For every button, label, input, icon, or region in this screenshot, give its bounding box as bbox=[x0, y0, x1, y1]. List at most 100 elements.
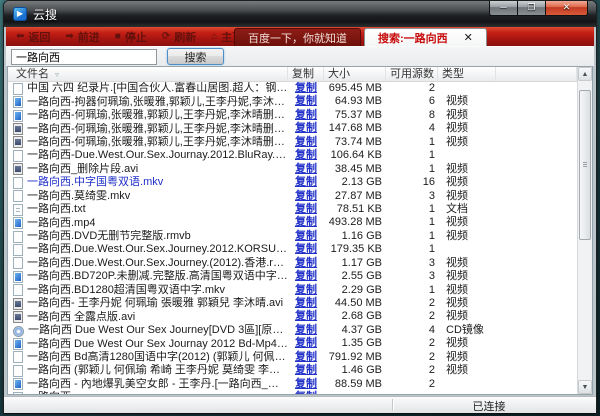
table-row[interactable]: 一路向西.BD720P.未删减.完整版.高清国粤双语中字.mp4 复制 2.55… bbox=[8, 270, 577, 283]
file-name[interactable]: 一路向西.Due.West.Our.Sex.Journey.2012.KORSU… bbox=[27, 243, 288, 256]
copy-link[interactable]: 复制 bbox=[295, 324, 317, 336]
file-name[interactable]: 一路向西-何珮瑜,张暖雅,郭颖儿,王李丹妮,李沐晴删除片... bbox=[27, 136, 288, 149]
table-row[interactable]: 一路向西.Due.West.Our.Sex.Journey.2012.KORSU… bbox=[8, 243, 577, 256]
file-type: 视频 bbox=[438, 230, 496, 243]
file-name[interactable]: 一路向西 (郭颖儿 何佩瑜 希崎 王李丹妮 莫绮雯 李沐晴 ... bbox=[27, 364, 288, 377]
copy-link[interactable]: 复制 bbox=[295, 270, 317, 282]
scroll-down-icon[interactable]: ▼ bbox=[578, 380, 592, 394]
table-row[interactable]: 一路向西 Due West Our Sex Journey[DVD 3區][原版… bbox=[8, 324, 577, 337]
table-row[interactable]: 一路向西.中字国粤双语.mkv 复制 2.13 GB 16 视频 bbox=[8, 176, 577, 189]
tab-search-results[interactable]: 搜索:一路向西 ✕ bbox=[364, 28, 487, 46]
table-row[interactable]: 一路向西- 王李丹妮 何珮瑜 張暖雅 郭穎兒 李沐晴.avi 复制 44.50 … bbox=[8, 297, 577, 310]
maximize-button[interactable]: ❐ bbox=[518, 0, 545, 16]
scrollbar-thumb[interactable] bbox=[579, 90, 591, 240]
file-name[interactable]: 一路向西.mp4 bbox=[27, 217, 95, 230]
refresh-button[interactable]: ⟳ 刷新 bbox=[162, 29, 196, 45]
copy-link[interactable]: 复制 bbox=[295, 364, 317, 376]
close-button[interactable]: ✕ bbox=[545, 0, 588, 16]
file-icon bbox=[13, 136, 23, 148]
table-row[interactable]: 一路向西 复制 bbox=[8, 391, 577, 394]
table-row[interactable]: 一路向西 (郭颖儿 何佩瑜 希崎 王李丹妮 莫绮雯 李沐晴 ... 复制 1.4… bbox=[8, 364, 577, 377]
copy-link[interactable]: 复制 bbox=[295, 190, 317, 202]
file-name[interactable]: 一路向西- 王李丹妮 何珮瑜 張暖雅 郭穎兒 李沐晴.avi bbox=[27, 297, 283, 310]
copy-link[interactable]: 复制 bbox=[295, 95, 317, 107]
table-row[interactable]: 一路向西-拘器何珮瑜,张暖雅,郭颖儿,王李丹妮,李沐晴.mp4 复制 64.93… bbox=[8, 95, 577, 108]
table-row[interactable]: 一路向西 Bd高清1280国语中字(2012) (郭颖儿 何佩瑜 希... 复制… bbox=[8, 351, 577, 364]
copy-link[interactable]: 复制 bbox=[295, 257, 317, 269]
stop-button[interactable]: ■ 停止 bbox=[115, 29, 147, 45]
file-name[interactable]: 一路向西.莫绮雯.mkv bbox=[27, 190, 130, 203]
file-name[interactable]: 一路向西 Due West Our Sex Journey[DVD 3區][原版… bbox=[28, 324, 288, 337]
file-name[interactable]: 一路向西.BD720P.未删减.完整版.高清国粤双语中字.mp4 bbox=[27, 270, 288, 283]
column-header-size[interactable]: 大小 bbox=[324, 67, 386, 81]
file-name[interactable]: 一路向西-何珮瑜,张暖雅,郭颖儿,王李丹妮,李沐晴删除片... bbox=[27, 109, 288, 122]
scroll-up-icon[interactable]: ▲ bbox=[578, 67, 592, 81]
copy-link[interactable]: 复制 bbox=[295, 297, 317, 309]
file-name[interactable]: 一路向西-拘器何珮瑜,张暖雅,郭颖儿,王李丹妮,李沐晴.mp4 bbox=[27, 96, 288, 109]
file-name[interactable]: 一路向西_删除片段.avi bbox=[27, 163, 138, 176]
table-row[interactable]: 一路向西-何珮瑜,张暖雅,郭颖儿,王李丹妮,李沐晴删除片... 复制 147.6… bbox=[8, 122, 577, 135]
search-button[interactable]: 搜索 bbox=[167, 48, 224, 65]
file-name[interactable]: 一路向西 - 內地爆乳美空女郎 - 王李丹.[一路向西_花絮2]... bbox=[27, 378, 288, 391]
copy-link[interactable]: 复制 bbox=[295, 216, 317, 228]
column-header-type[interactable]: 类型 bbox=[438, 67, 496, 81]
back-button[interactable]: ⬅ 返回 bbox=[16, 29, 50, 45]
column-header-filename[interactable]: 文件名▿ bbox=[8, 67, 288, 81]
file-name[interactable]: 一路向西.txt bbox=[27, 203, 86, 216]
column-header-sources[interactable]: 可用源数 bbox=[386, 67, 438, 81]
column-header-copy[interactable]: 复制 bbox=[288, 67, 324, 81]
table-row[interactable]: 一路向西.txt 复制 78.51 KB 1 文档 bbox=[8, 203, 577, 216]
table-row[interactable]: 一路向西-何珮瑜,张暖雅,郭颖儿,王李丹妮,李沐晴删除片... 复制 75.37… bbox=[8, 109, 577, 122]
copy-link[interactable]: 复制 bbox=[295, 203, 317, 215]
copy-link[interactable]: 复制 bbox=[295, 82, 317, 94]
copy-link[interactable]: 复制 bbox=[295, 378, 317, 390]
forward-button[interactable]: ➡ 前进 bbox=[65, 29, 99, 45]
table-row[interactable]: 一路向西 全露点版.avi 复制 2.68 GB 2 视频 bbox=[8, 310, 577, 323]
copy-link[interactable]: 复制 bbox=[295, 284, 317, 296]
tab-close-icon[interactable]: ✕ bbox=[464, 31, 473, 44]
table-row[interactable]: 一路向西_删除片段.avi 复制 38.45 MB 1 视频 bbox=[8, 163, 577, 176]
table-row[interactable]: 一路向西.BD1280超清国粤双语中字.mkv 复制 2.29 GB 1 视频 bbox=[8, 284, 577, 297]
copy-link[interactable]: 复制 bbox=[295, 391, 317, 394]
scrollbar-track[interactable] bbox=[578, 81, 592, 380]
copy-link[interactable]: 复制 bbox=[295, 243, 317, 255]
file-sources: 6 bbox=[386, 95, 438, 108]
minimize-button[interactable]: ─ bbox=[489, 0, 518, 16]
copy-link[interactable]: 复制 bbox=[295, 310, 317, 322]
tab-baidu[interactable]: 百度一下，你就知道 bbox=[234, 28, 361, 46]
copy-link[interactable]: 复制 bbox=[295, 337, 317, 349]
file-name[interactable]: 一路向西-Due.West.Our.Sex.Journay.2012.BluRa… bbox=[27, 149, 288, 162]
copy-link[interactable]: 复制 bbox=[295, 109, 317, 121]
file-name[interactable]: 一路向西 Due West Our Sex Journay 2012 Bd-Mp… bbox=[27, 338, 288, 351]
file-name[interactable]: 一路向西.Due.West.Our.Sex.Journey.(2012).香港.… bbox=[27, 257, 288, 270]
table-header: 文件名▿ 复制 大小 可用源数 类型 bbox=[8, 67, 577, 82]
vertical-scrollbar[interactable]: ▲ ▼ bbox=[577, 67, 592, 394]
table-row[interactable]: 中国 六四 纪录片.[中国合伙人.富春山居图.超人：钢铁之... 复制 695.… bbox=[8, 82, 577, 95]
table-row[interactable]: 一路向西-何珮瑜,张暖雅,郭颖儿,王李丹妮,李沐晴删除片... 复制 73.74… bbox=[8, 136, 577, 149]
copy-link[interactable]: 复制 bbox=[295, 230, 317, 242]
copy-link[interactable]: 复制 bbox=[295, 351, 317, 363]
table-row[interactable]: 一路向西.mp4 复制 493.28 MB 1 视频 bbox=[8, 216, 577, 229]
file-size: 493.28 MB bbox=[324, 216, 386, 229]
table-row[interactable]: 一路向西 Due West Our Sex Journay 2012 Bd-Mp… bbox=[8, 337, 577, 350]
file-name[interactable]: 一路向西.BD1280超清国粤双语中字.mkv bbox=[27, 284, 225, 297]
copy-link[interactable]: 复制 bbox=[295, 163, 317, 175]
file-name[interactable]: 中国 六四 纪录片.[中国合伙人.富春山居图.超人：钢铁之... bbox=[27, 82, 288, 95]
table-row[interactable]: 一路向西.DVD无删节完整版.rmvb 复制 1.16 GB 1 视频 bbox=[8, 230, 577, 243]
file-name[interactable]: 一路向西-何珮瑜,张暖雅,郭颖儿,王李丹妮,李沐晴删除片... bbox=[27, 123, 288, 136]
search-input[interactable] bbox=[11, 49, 157, 65]
table-row[interactable]: 一路向西.Due.West.Our.Sex.Journey.(2012).香港.… bbox=[8, 257, 577, 270]
file-name[interactable]: 一路向西 bbox=[27, 391, 71, 394]
file-name[interactable]: 一路向西 Bd高清1280国语中字(2012) (郭颖儿 何佩瑜 希... bbox=[27, 351, 288, 364]
table-row[interactable]: 一路向西 - 內地爆乳美空女郎 - 王李丹.[一路向西_花絮2]... 复制 8… bbox=[8, 378, 577, 391]
copy-link[interactable]: 复制 bbox=[295, 149, 317, 161]
file-name[interactable]: 一路向西.中字国粤双语.mkv bbox=[27, 176, 163, 189]
table-row[interactable]: 一路向西-Due.West.Our.Sex.Journay.2012.BluRa… bbox=[8, 149, 577, 162]
app-logo-icon: ▶ bbox=[13, 7, 27, 21]
copy-link[interactable]: 复制 bbox=[295, 136, 317, 148]
file-name[interactable]: 一路向西 全露点版.avi bbox=[27, 311, 135, 324]
table-row[interactable]: 一路向西.莫绮雯.mkv 复制 27.87 MB 3 视频 bbox=[8, 190, 577, 203]
copy-link[interactable]: 复制 bbox=[295, 122, 317, 134]
copy-link[interactable]: 复制 bbox=[295, 176, 317, 188]
file-name[interactable]: 一路向西.DVD无删节完整版.rmvb bbox=[27, 230, 191, 243]
